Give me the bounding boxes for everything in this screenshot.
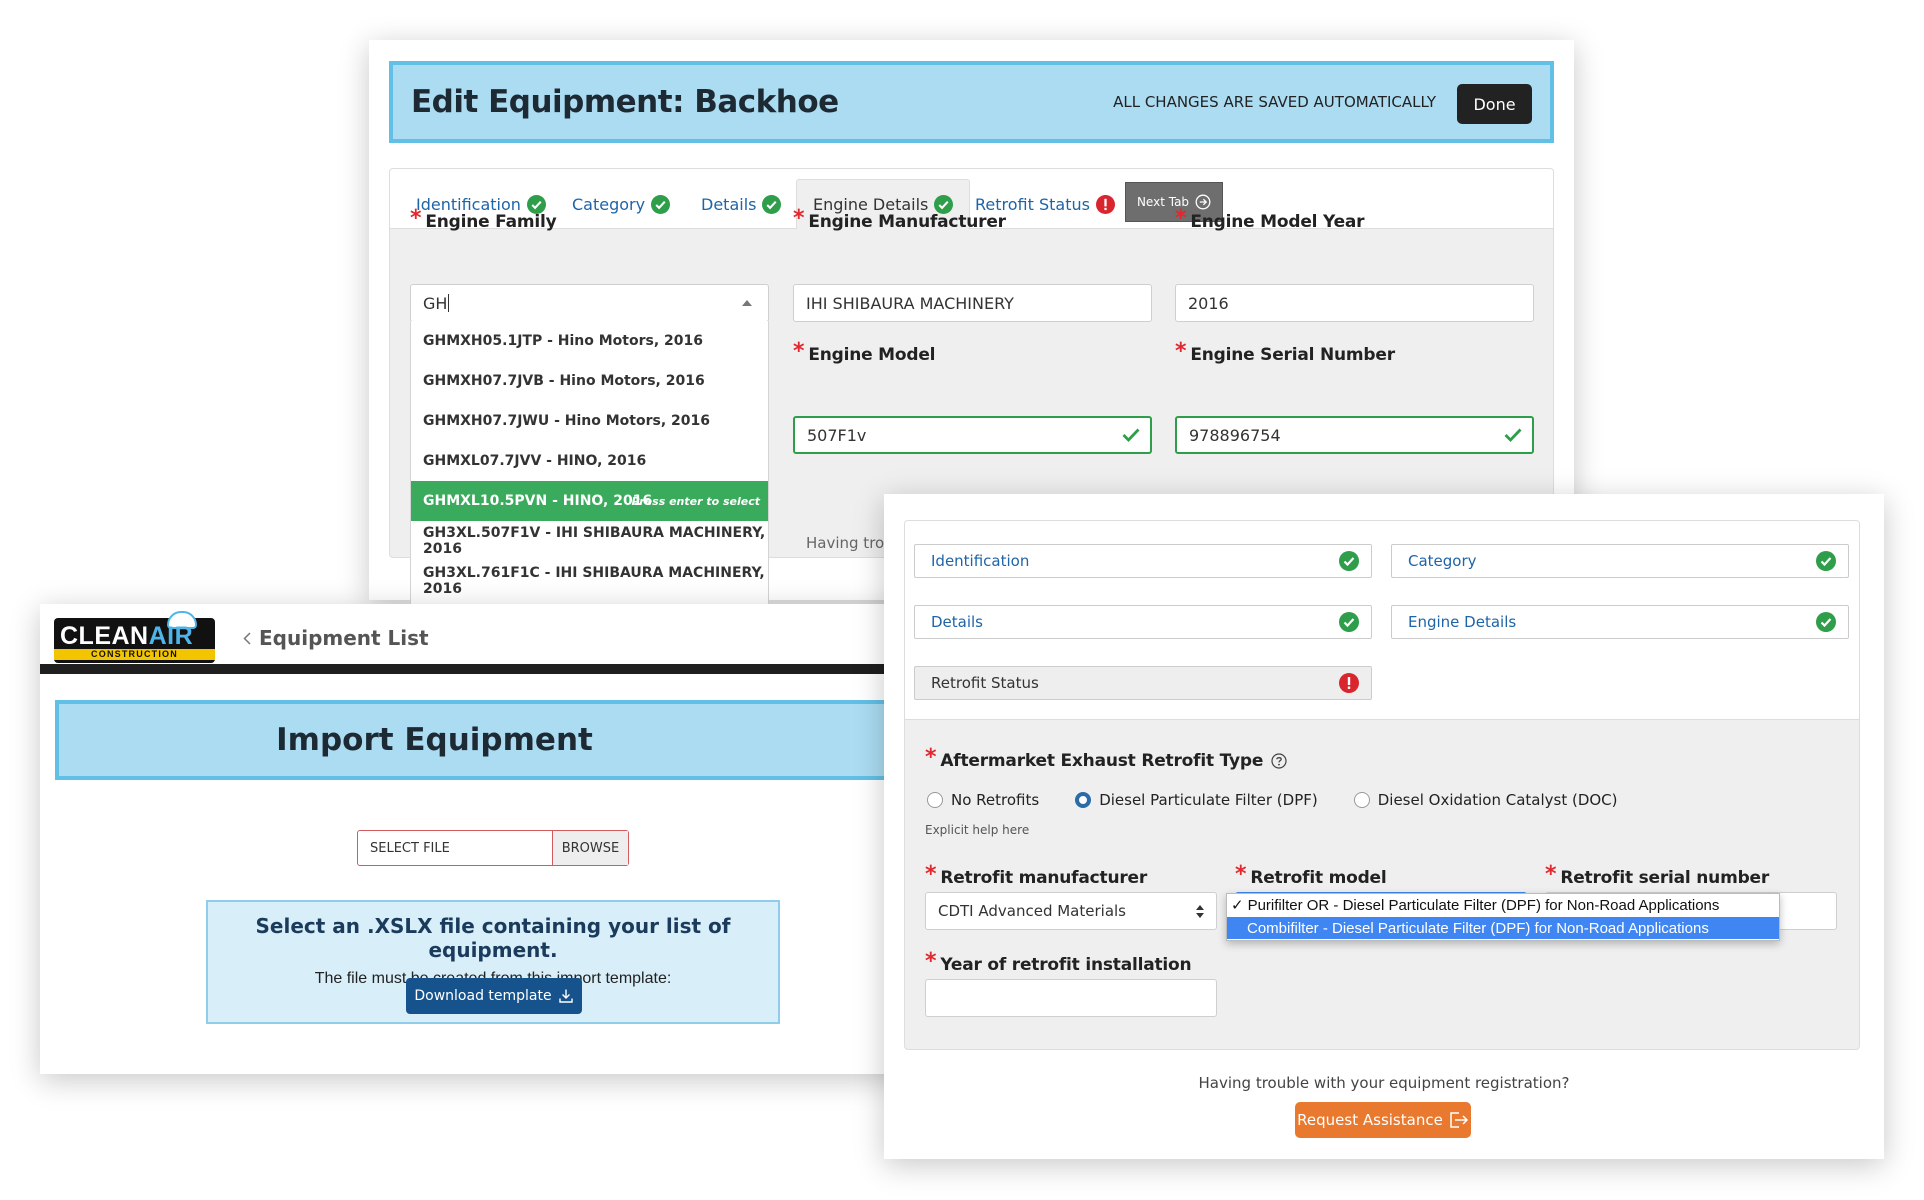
dropdown-option[interactable]: GH3XL.507F1V - IHI SHIBAURA MACHINERY, 2… bbox=[411, 521, 768, 561]
engine-family-label: * Engine Family bbox=[410, 206, 557, 233]
engine-family-input[interactable]: GH bbox=[410, 284, 769, 322]
top-bar: CLEANAIR CONSTRUCTION Equipment List bbox=[40, 604, 920, 674]
section-identification[interactable]: Identification bbox=[914, 544, 1372, 578]
section-details[interactable]: Details bbox=[914, 605, 1372, 639]
retrofit-form-container: Identification Category Details Engine D… bbox=[904, 520, 1860, 1050]
engine-model-year-input[interactable]: 2016 bbox=[1175, 284, 1534, 322]
engine-manufacturer-label: * Engine Manufacturer bbox=[793, 206, 1006, 233]
request-assistance-button[interactable]: Request Assistance bbox=[1295, 1102, 1471, 1138]
check-circle-icon bbox=[526, 194, 546, 214]
page-title: Edit Equipment: Backhoe bbox=[411, 84, 839, 120]
file-input[interactable]: SELECT FILE bbox=[358, 831, 552, 865]
check-icon bbox=[1504, 428, 1522, 442]
dropdown-option[interactable]: GHMXH07.7JVB - Hino Motors, 2016 bbox=[411, 361, 768, 401]
retrofit-serial-label: * Retrofit serial number bbox=[1545, 862, 1770, 889]
check-circle-icon bbox=[1816, 551, 1836, 571]
tab-label: Details bbox=[701, 194, 757, 214]
page-title: Import Equipment bbox=[276, 722, 593, 758]
exit-icon bbox=[1450, 1112, 1468, 1128]
dropdown-option[interactable]: GHMXH07.7JWU - Hino Motors, 2016 bbox=[411, 401, 768, 441]
browse-button[interactable]: BROWSE bbox=[552, 831, 628, 865]
clean-air-logo[interactable]: CLEANAIR CONSTRUCTION bbox=[54, 611, 215, 663]
tab-label: Category bbox=[572, 194, 646, 214]
alert-circle-icon bbox=[1339, 673, 1359, 693]
dropdown-option[interactable]: GHMXL07.7JVV - HINO, 2016 bbox=[411, 441, 768, 481]
check-circle-icon bbox=[762, 194, 782, 214]
autosave-note: ALL CHANGES ARE SAVED AUTOMATICALLY bbox=[1113, 93, 1436, 111]
breadcrumb[interactable]: Equipment List bbox=[243, 626, 429, 650]
info-heading: Select an .XSLX file containing your lis… bbox=[255, 914, 731, 962]
model-option-highlighted[interactable]: Combifilter - Diesel Particulate Filter … bbox=[1227, 917, 1779, 939]
dropdown-option-highlighted[interactable]: GHMXL10.5PVN - HINO, 2016 Press enter to… bbox=[411, 481, 768, 521]
arrow-circle-right-icon bbox=[1195, 194, 1211, 210]
trouble-text: Having trou bbox=[806, 534, 894, 552]
radio-dpf[interactable]: Diesel Particulate Filter (DPF) bbox=[1075, 791, 1318, 809]
tab-label: Retrofit Status bbox=[975, 194, 1090, 214]
trouble-text: Having trouble with your equipment regis… bbox=[1198, 1074, 1570, 1092]
import-equipment-panel: CLEANAIR CONSTRUCTION Equipment List Imp… bbox=[40, 604, 920, 1074]
engine-family-dropdown: GHMXH05.1JTP - Hino Motors, 2016 GHMXH07… bbox=[410, 321, 769, 611]
updown-caret-icon bbox=[1196, 905, 1204, 918]
section-category[interactable]: Category bbox=[1391, 544, 1849, 578]
engine-model-input[interactable]: 507F1v bbox=[793, 416, 1152, 454]
import-info-box: Select an .XSLX file containing your lis… bbox=[206, 900, 780, 1024]
download-template-button[interactable]: Download template bbox=[406, 978, 582, 1014]
check-circle-icon bbox=[1339, 551, 1359, 571]
engine-manufacturer-input[interactable]: IHI SHIBAURA MACHINERY bbox=[793, 284, 1152, 322]
retrofit-manufacturer-label: * Retrofit manufacturer bbox=[925, 862, 1148, 889]
caret-up-icon bbox=[742, 300, 752, 306]
engine-serial-number-input[interactable]: 978896754 bbox=[1175, 416, 1534, 454]
section-engine-details[interactable]: Engine Details bbox=[1391, 605, 1849, 639]
section-retrofit-status[interactable]: Retrofit Status bbox=[914, 666, 1372, 700]
done-button[interactable]: Done bbox=[1457, 84, 1532, 124]
press-enter-hint: Press enter to select bbox=[631, 494, 760, 508]
alert-circle-icon bbox=[1095, 194, 1115, 214]
edit-header: Edit Equipment: Backhoe ALL CHANGES ARE … bbox=[389, 61, 1554, 143]
dropdown-option[interactable]: GH3XL.761F1C - IHI SHIBAURA MACHINERY, 2… bbox=[411, 561, 768, 601]
retrofit-manufacturer-select[interactable]: CDTI Advanced Materials bbox=[925, 892, 1217, 930]
model-option-selected[interactable]: ✓ Purifilter OR - Diesel Particulate Filt… bbox=[1227, 894, 1779, 916]
help-text: Explicit help here bbox=[925, 823, 1030, 837]
retrofit-year-label: * Year of retrofit installation bbox=[925, 949, 1192, 976]
dropdown-option[interactable]: GHMXH05.1JTP - Hino Motors, 2016 bbox=[411, 321, 768, 361]
question-circle-icon[interactable] bbox=[1271, 753, 1287, 769]
radio-no-retrofits[interactable]: No Retrofits bbox=[927, 791, 1039, 809]
engine-model-label: * Engine Model bbox=[793, 339, 936, 366]
download-icon bbox=[558, 989, 573, 1003]
check-icon bbox=[1122, 428, 1140, 442]
retrofit-type-label: * Aftermarket Exhaust Retrofit Type bbox=[925, 747, 1287, 771]
retrofit-status-panel: Identification Category Details Engine D… bbox=[884, 494, 1884, 1159]
retrofit-year-input[interactable] bbox=[925, 979, 1217, 1017]
check-circle-icon bbox=[651, 194, 671, 214]
tab-label: Identification bbox=[416, 194, 521, 214]
chevron-left-icon bbox=[243, 631, 251, 645]
radio-doc[interactable]: Diesel Oxidation Catalyst (DOC) bbox=[1353, 791, 1618, 809]
import-header: Import Equipment bbox=[55, 700, 920, 780]
retrofit-type-radios: No Retrofits Diesel Particulate Filter (… bbox=[927, 791, 1654, 809]
engine-model-year-label: * Engine Model Year bbox=[1175, 206, 1365, 233]
file-picker[interactable]: SELECT FILE BROWSE bbox=[357, 830, 629, 866]
retrofit-model-options: ✓ Purifilter OR - Diesel Particulate Filt… bbox=[1226, 893, 1780, 941]
engine-serial-number-label: * Engine Serial Number bbox=[1175, 339, 1395, 366]
section-nav: Identification Category Details Engine D… bbox=[905, 521, 1859, 720]
retrofit-model-label: * Retrofit model bbox=[1235, 862, 1387, 889]
tab-details[interactable]: Details bbox=[701, 179, 782, 229]
tab-category[interactable]: Category bbox=[572, 179, 671, 229]
check-circle-icon bbox=[1339, 612, 1359, 632]
check-circle-icon bbox=[1816, 612, 1836, 632]
